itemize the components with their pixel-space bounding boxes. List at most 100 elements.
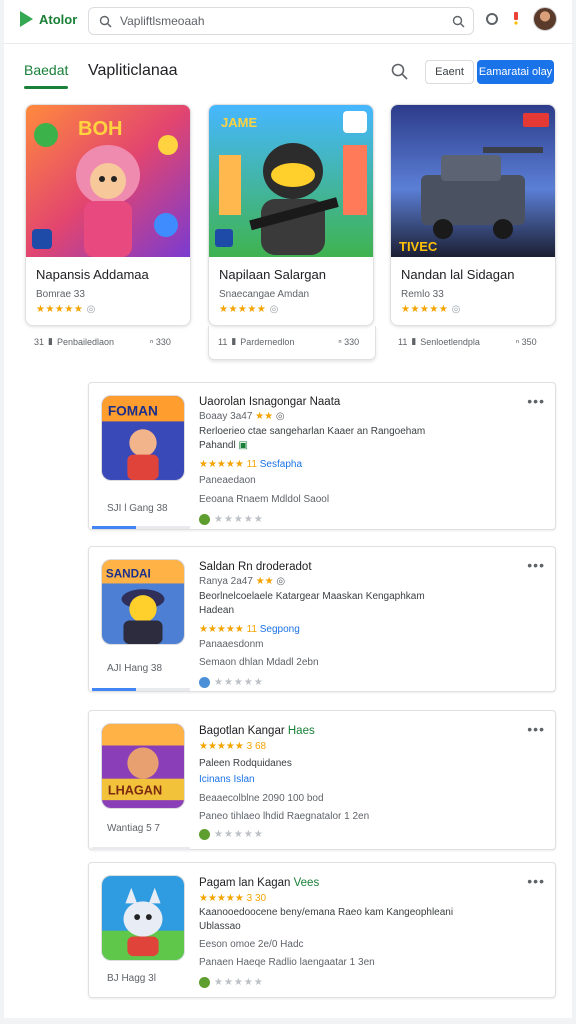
app-title: Pagam lan Kagan Vees xyxy=(199,877,320,889)
play-logo-icon xyxy=(20,11,33,27)
badge-icon xyxy=(199,677,210,688)
app-description-2: Ublassao xyxy=(199,921,241,932)
app-details: Eeoana Rnaem Mdldol Saool xyxy=(199,494,330,505)
list-item[interactable]: FOMAN SJI l Gang 38 Uaorolan Isnagongar … xyxy=(88,382,556,530)
card-rating: ★★★★★ ◎ xyxy=(219,304,279,315)
progress-fill xyxy=(92,526,137,529)
app-rating: ★★★★★ 3 68 xyxy=(199,741,267,752)
app-rating: ★★★★★ 3 30 xyxy=(199,893,267,904)
app-rating: ★★★★★ 11 Segpong xyxy=(199,624,300,635)
app-size: AJI Hang 38 xyxy=(107,663,163,674)
game-artwork: TIVEC xyxy=(391,105,555,257)
svg-text:SANDAI: SANDAI xyxy=(106,568,151,581)
card-meta: 11 ▮ Senloetlendpla ⁿ 350 xyxy=(398,336,537,347)
help-icon[interactable] xyxy=(486,13,498,25)
svg-text:BOH: BOH xyxy=(78,118,122,140)
app-title: Bagotlan Kangar Haes xyxy=(199,725,315,737)
search-icon xyxy=(99,15,112,27)
card-rating: ★★★★★ ◎ xyxy=(36,304,96,315)
more-options-icon[interactable]: ••• xyxy=(527,873,545,889)
secondary-button[interactable]: Eaent xyxy=(425,60,474,84)
app-details: Eeson omoe 2e/0 Hadc xyxy=(199,939,304,950)
app-version: Ranya 2a47 ★★ ◎ xyxy=(199,576,286,587)
app-logo[interactable]: Atolor xyxy=(20,11,77,27)
notification-icon[interactable] xyxy=(510,11,522,25)
thumb-icon: ▮ xyxy=(411,336,417,346)
card-title: Napilaan Salargan xyxy=(219,267,326,282)
more-options-icon[interactable]: ••• xyxy=(527,393,545,409)
app-details: Semaon dhlan Mdadl 2ebn xyxy=(199,657,319,668)
app-rating: ★★★★★ 11 Sesfapha xyxy=(199,459,303,470)
page-title: Vapliticlanaa xyxy=(88,62,178,79)
svg-text:FOMAN: FOMAN xyxy=(108,404,158,419)
progress-fill xyxy=(92,688,137,691)
list-item[interactable]: SANDAI AJI Hang 38 Saldan Rn droderadot … xyxy=(88,546,556,692)
app-description: Paleen Rodquidanes xyxy=(199,758,292,769)
app-description-2: Pahandl ▣ xyxy=(199,440,248,451)
app-title: Uaorolan Isnagongar Naata xyxy=(199,396,341,408)
card-rating: ★★★★★ ◎ xyxy=(401,304,461,315)
top-bar: Atolor Vapliftlsmeoaah xyxy=(4,0,572,44)
app-size: Wantiag 5 7 xyxy=(107,823,160,834)
card-title: Napansis Addamaa xyxy=(36,267,149,282)
page: Atolor Vapliftlsmeoaah Baedat Vapliticla… xyxy=(4,0,572,1018)
tab-home[interactable]: Baedat xyxy=(24,62,68,78)
tab-underline xyxy=(24,86,68,89)
logo-text: Atolor xyxy=(39,11,78,27)
user-rating: ★★★★★ xyxy=(199,829,264,840)
app-icon: FOMAN xyxy=(101,395,185,481)
game-artwork: JAME xyxy=(209,105,373,257)
app-description: Beorlnelcoelaele Katargear Maaskan Kenga… xyxy=(199,591,425,602)
app-icon: SANDAI xyxy=(101,559,185,645)
search-submit-icon[interactable] xyxy=(452,15,465,28)
featured-card[interactable]: JAME Napilaan Salargan Snaecangae Amdan … xyxy=(208,104,374,326)
app-description: Kaanooedoocene beny/emana Raeo kam Kange… xyxy=(199,907,454,918)
app-description-2: Hadean xyxy=(199,605,235,616)
app-category: Paneaedaon xyxy=(199,475,256,486)
search-bar[interactable]: Vapliftlsmeoaah xyxy=(88,7,474,35)
app-icon: LHAGAN xyxy=(101,723,185,809)
toolbar-search-icon[interactable] xyxy=(390,62,410,82)
download-progress xyxy=(92,526,190,529)
svg-text:LHAGAN: LHAGAN xyxy=(108,783,162,797)
user-rating: ★★★★★ xyxy=(199,677,264,688)
primary-button[interactable]: Eamaratai olay xyxy=(477,60,554,84)
app-icon xyxy=(101,875,185,961)
card-subtitle: Remlo 33 xyxy=(401,289,444,300)
user-rating: ★★★★★ xyxy=(199,977,264,988)
thumb-icon: ▮ xyxy=(231,336,237,346)
app-version: Boaay 3a47 ★★ ◎ xyxy=(199,411,285,422)
list-item[interactable]: LHAGAN Wantiag 5 7 Bagotlan Kangar Haes … xyxy=(88,710,556,850)
app-size: SJI l Gang 38 xyxy=(107,503,168,514)
list-item[interactable]: BJ Hagg 3l Pagam lan Kagan Vees ★★★★★ 3 … xyxy=(88,862,556,998)
card-subtitle: Snaecangae Amdan xyxy=(219,289,310,300)
svg-text:TIVEC: TIVEC xyxy=(399,239,438,254)
card-meta: 31 ▮ Penbailedlaon ⁿ 330 xyxy=(34,336,171,347)
app-details: Beaaecolblne 2090 100 bod xyxy=(199,793,324,804)
app-details-2: Paneo tihlaeo lhdid Raegnatalor 1 2en xyxy=(199,811,370,822)
app-description: Rerloerieo ctae sangeharlan Kaaer an Ran… xyxy=(199,426,426,437)
badge-icon xyxy=(199,977,210,988)
badge-icon xyxy=(199,514,210,525)
featured-card[interactable]: BOH Napansis Addamaa Bomrae 33 ★★★★★ ◎ xyxy=(25,104,191,326)
badge-icon xyxy=(199,829,210,840)
download-progress xyxy=(92,688,190,691)
card-title: Nandan lal Sidagan xyxy=(401,267,515,282)
featured-card[interactable]: TIVEC Nandan lal Sidagan Remlo 33 ★★★★★ … xyxy=(390,104,556,326)
more-options-icon[interactable]: ••• xyxy=(527,557,545,573)
app-title: Saldan Rn droderadot xyxy=(199,561,312,573)
game-artwork: BOH xyxy=(26,105,190,257)
app-category: Panaaesdonm xyxy=(199,639,264,650)
avatar[interactable] xyxy=(533,7,557,31)
svg-text:JAME: JAME xyxy=(221,115,257,130)
user-rating: ★★★★★ xyxy=(199,514,264,525)
app-details-2: Panaen Haeqe Radlio laengaatar 1 3en xyxy=(199,957,375,968)
search-input[interactable]: Vapliftlsmeoaah xyxy=(120,14,452,28)
card-subtitle: Bomrae 33 xyxy=(36,289,85,300)
app-developer-link[interactable]: Icinans Islan xyxy=(199,774,255,785)
thumb-icon: ▮ xyxy=(48,336,53,346)
card-meta: 11 ▮ Pardernedlon ⁿ 330 xyxy=(218,336,360,347)
more-options-icon[interactable]: ••• xyxy=(527,721,545,737)
app-size: BJ Hagg 3l xyxy=(107,973,156,984)
download-progress xyxy=(92,847,190,850)
